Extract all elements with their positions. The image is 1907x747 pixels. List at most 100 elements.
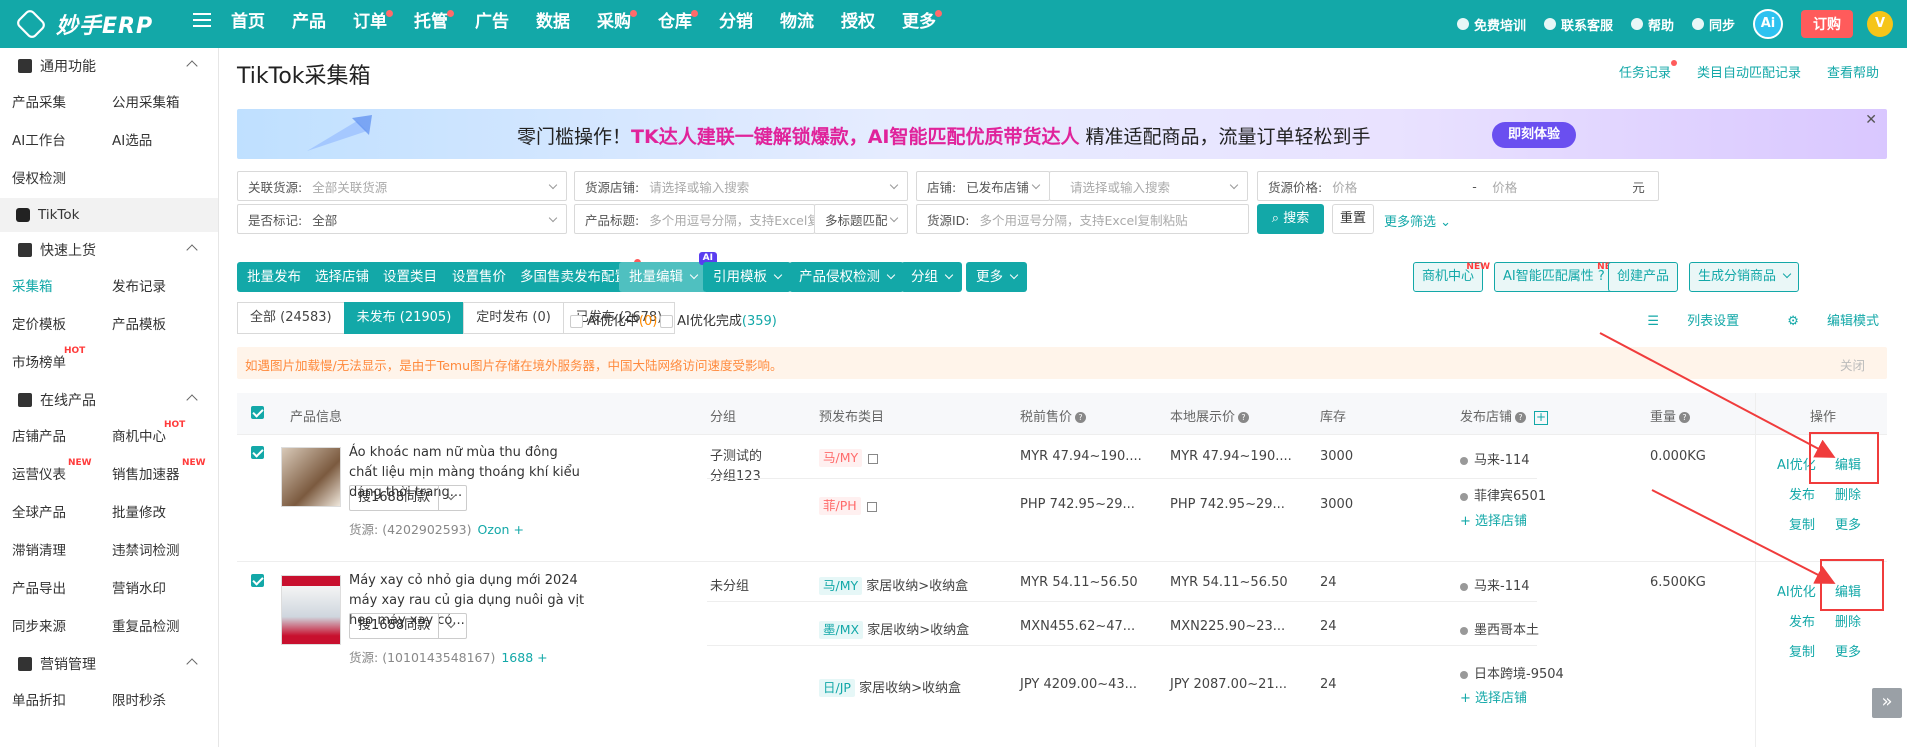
search-1688-button[interactable]: 搜1688同款 xyxy=(349,485,467,511)
sidebar-item-ai-workbench[interactable]: AI工作台 xyxy=(12,122,112,160)
sidebar-section-marketing[interactable]: 营销管理 xyxy=(0,646,218,682)
set-category-button[interactable]: 设置类目 xyxy=(373,262,447,292)
try-now-button[interactable]: 即刻体验 xyxy=(1492,122,1576,148)
group-button[interactable]: 分组 xyxy=(901,262,962,292)
nav-ads[interactable]: 广告 xyxy=(475,0,509,48)
sidebar-section-general[interactable]: 通用功能 xyxy=(0,48,218,84)
contact-support-link[interactable]: 联系客服 xyxy=(1543,15,1613,34)
source-price-range[interactable]: 货源价格: 价格 - 价格元 xyxy=(1257,171,1659,201)
help-link[interactable]: 帮助 xyxy=(1630,15,1674,34)
nav-products[interactable]: 产品 xyxy=(292,0,326,48)
price-min-input[interactable]: 价格 xyxy=(1332,177,1472,196)
more-ops-link[interactable]: 更多 xyxy=(1835,641,1861,660)
ai-match-attr-button[interactable]: AI智能匹配属性 ?NEW xyxy=(1494,262,1621,292)
publish-link[interactable]: 发布 xyxy=(1789,611,1815,630)
nav-home[interactable]: 首页 xyxy=(231,0,265,48)
list-settings-link[interactable]: ☰ 列表设置 xyxy=(1623,310,1739,329)
copy-link[interactable]: 复制 xyxy=(1789,514,1815,533)
sidebar-item-flash-sale[interactable]: 限时秒杀 xyxy=(112,682,212,720)
sidebar-item-infringe[interactable]: 侵权检测 xyxy=(12,160,112,198)
search-button[interactable]: ⌕ 搜索 xyxy=(1257,204,1324,234)
product-image[interactable] xyxy=(281,447,341,507)
sidebar-item-duplicate-check[interactable]: 重复品检测 xyxy=(112,608,212,646)
copy-link[interactable]: 复制 xyxy=(1789,641,1815,660)
sidebar-item-batch-modify[interactable]: 批量修改 xyxy=(112,494,212,532)
infringe-check-button[interactable]: 产品侵权检测 xyxy=(789,262,904,292)
set-price-button[interactable]: 设置售价 xyxy=(442,262,516,292)
sidebar-item-slow-clean[interactable]: 滞销清理 xyxy=(12,532,112,570)
sidebar-item-public-box[interactable]: 公用采集箱 xyxy=(112,84,212,122)
add-column-icon[interactable]: + xyxy=(1534,410,1549,425)
nav-hosting[interactable]: 托管 xyxy=(414,0,454,48)
nav-warehouse[interactable]: 仓库 xyxy=(658,0,698,48)
sidebar-item-price-template[interactable]: 定价模板 xyxy=(12,306,112,344)
scroll-right-button[interactable]: » xyxy=(1872,688,1902,718)
sidebar-item-ops-dashboard[interactable]: 运营仪表 NEW xyxy=(12,456,112,494)
sidebar-item-sync-source[interactable]: 同步来源 xyxy=(12,608,112,646)
sidebar-item-publish-record[interactable]: 发布记录 xyxy=(112,268,212,306)
sidebar-item-tiktok[interactable]: TikTok xyxy=(0,198,218,232)
row-checkbox[interactable] xyxy=(251,573,264,588)
reset-button[interactable]: 重置 xyxy=(1332,204,1374,234)
category-match-link[interactable]: 类目自动匹配记录 xyxy=(1697,62,1801,81)
opportunity-center-button[interactable]: 商机中心 NEW xyxy=(1413,262,1490,292)
select-store-button[interactable]: 选择店铺 xyxy=(305,262,379,292)
publish-link[interactable]: 发布 xyxy=(1789,484,1815,503)
sidebar-item-discount[interactable]: 单品折扣 xyxy=(12,682,112,720)
tab-all[interactable]: 全部 (24583) xyxy=(237,302,345,334)
choose-store-link[interactable]: + 选择店铺 xyxy=(1460,687,1527,706)
sidebar-item-market-rank[interactable]: 市场榜单 HOT xyxy=(12,344,112,382)
more-filters-link[interactable]: 更多筛选 ⌄ xyxy=(1384,211,1451,230)
nav-purchase[interactable]: 采购 xyxy=(597,0,637,48)
sidebar-item-product-template[interactable]: 产品模板 xyxy=(112,306,212,344)
batch-edit-button[interactable]: 批量编辑 AI xyxy=(619,252,717,292)
sidebar-item-banned-words[interactable]: 违禁词检测 xyxy=(112,532,212,570)
more-actions-button[interactable]: 更多 xyxy=(966,262,1027,292)
sidebar-item-global-products[interactable]: 全球产品 xyxy=(12,494,112,532)
task-record-link[interactable]: 任务记录 xyxy=(1593,60,1677,81)
subscribe-button[interactable]: 订购 xyxy=(1801,10,1853,38)
nav-more[interactable]: 更多 xyxy=(902,0,942,48)
ai-done-filter[interactable]: AI优化完成(359) xyxy=(660,310,777,329)
edit-icon[interactable] xyxy=(868,453,879,464)
select-all-checkbox[interactable] xyxy=(251,405,264,420)
nav-authorize[interactable]: 授权 xyxy=(841,0,875,48)
nav-orders[interactable]: 订单 xyxy=(353,0,393,48)
sidebar-item-product-export[interactable]: 产品导出 xyxy=(12,570,112,608)
source-id-input[interactable]: 货源ID: 多个用逗号分隔，支持Excel复制粘贴 xyxy=(916,204,1249,234)
sidebar-item-product-collect[interactable]: 产品采集 xyxy=(12,84,112,122)
linked-source-select[interactable]: 关联货源: 全部关联货源 xyxy=(237,171,567,201)
view-help-link[interactable]: 查看帮助 xyxy=(1827,62,1879,81)
sidebar-item-collect-box[interactable]: 采集箱 xyxy=(12,268,112,306)
user-avatar[interactable]: V xyxy=(1867,11,1893,37)
platform-link[interactable]: 1688 + xyxy=(501,650,547,665)
marked-select[interactable]: 是否标记: 全部 xyxy=(237,204,567,234)
notice-close[interactable]: 关闭 xyxy=(1840,355,1865,374)
promo-banner[interactable]: 零门槛操作！TK达人建联一键解锁爆款，AI智能匹配优质带货达人 精准适配商品，流… xyxy=(237,109,1887,159)
menu-toggle-icon[interactable] xyxy=(193,13,211,27)
more-ops-link[interactable]: 更多 xyxy=(1835,514,1861,533)
title-input[interactable]: 产品标题:多个用逗号分隔，支持Excel复制粘贴 xyxy=(574,204,815,234)
sidebar-section-quick-upload[interactable]: 快速上货 xyxy=(0,232,218,268)
sidebar-item-sales-accel[interactable]: 销售加速器 NEW xyxy=(112,456,212,494)
tab-unpublished[interactable]: 未发布 (21905) xyxy=(343,302,465,334)
delete-link[interactable]: 删除 xyxy=(1835,484,1861,503)
price-max-input[interactable]: 价格 xyxy=(1492,177,1632,196)
sidebar-item-watermark[interactable]: 营销水印 xyxy=(112,570,212,608)
title-mode-select[interactable]: 多标题匹配 xyxy=(814,204,908,234)
search-1688-button[interactable]: 搜1688同款 xyxy=(349,613,467,639)
nav-logistics[interactable]: 物流 xyxy=(780,0,814,48)
choose-store-link[interactable]: + 选择店铺 xyxy=(1460,510,1527,529)
edit-icon[interactable] xyxy=(866,501,877,512)
distribute-product-button[interactable]: 生成分销商品 xyxy=(1689,262,1800,292)
row-checkbox[interactable] xyxy=(251,445,264,460)
sidebar-item-ai-select[interactable]: AI选品 xyxy=(112,122,212,160)
store-search-select[interactable]: 请选择或输入搜索 xyxy=(1049,171,1248,201)
free-training-link[interactable]: 免费培训 xyxy=(1456,15,1526,34)
edit-mode-link[interactable]: ⚙ 编辑模式 xyxy=(1763,310,1879,329)
tab-scheduled[interactable]: 定时发布 (0) xyxy=(463,302,564,334)
sync-link[interactable]: 同步 xyxy=(1691,15,1735,34)
create-product-button[interactable]: 创建产品 xyxy=(1608,262,1679,292)
store-type-select[interactable]: 店铺: 已发布店铺 xyxy=(916,171,1050,201)
delete-link[interactable]: 删除 xyxy=(1835,611,1861,630)
